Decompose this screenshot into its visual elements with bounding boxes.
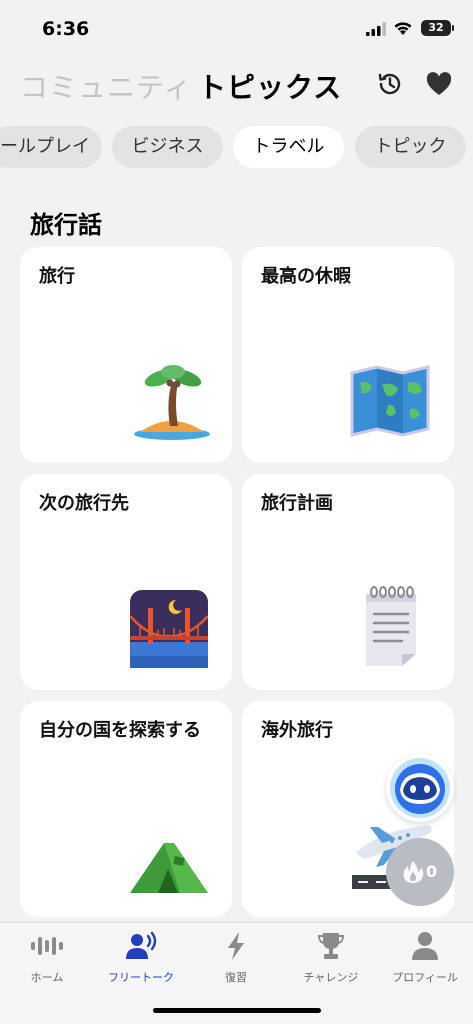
- lightning-icon: [228, 932, 244, 960]
- tab-home[interactable]: ホーム: [0, 931, 94, 991]
- category-chips: ールプレイ ビジネス トラベル トピック: [0, 126, 473, 168]
- tab-topics[interactable]: トピックス: [198, 66, 342, 106]
- signal-icon: [366, 22, 386, 36]
- ai-assistant-button[interactable]: [386, 754, 454, 822]
- notepad-icon: [366, 586, 416, 666]
- card-title: 旅行計画: [261, 493, 333, 514]
- heart-icon[interactable]: [426, 72, 452, 96]
- status-time: 6:36: [42, 18, 90, 40]
- battery-indicator: 32: [421, 20, 454, 36]
- history-icon[interactable]: [376, 70, 404, 98]
- chip-roleplay[interactable]: ールプレイ: [0, 126, 102, 168]
- card-title: 海外旅行: [261, 720, 333, 741]
- tab-label: ホーム: [30, 971, 64, 984]
- waveform-icon: [31, 937, 63, 955]
- wifi-icon: [394, 22, 412, 35]
- chip-business[interactable]: ビジネス: [112, 126, 223, 168]
- tab-label: 復習: [225, 971, 247, 984]
- streak-button[interactable]: 0: [386, 838, 454, 906]
- flame-icon: [403, 861, 424, 883]
- card-title: 旅行: [39, 266, 75, 287]
- world-map-icon: [350, 365, 430, 437]
- tab-label: プロフィール: [392, 971, 458, 984]
- trophy-icon: [318, 933, 344, 959]
- chip-topic[interactable]: トピック: [355, 126, 466, 168]
- camping-tent-icon: [130, 833, 208, 893]
- bridge-night-icon: [130, 590, 208, 668]
- status-bar: 6:36 32: [0, 0, 473, 54]
- section-title: 旅行話: [30, 211, 102, 239]
- tab-challenge[interactable]: チャレンジ: [284, 931, 378, 991]
- tab-profile[interactable]: プロフィール: [378, 931, 472, 991]
- topic-card-travel[interactable]: 旅行: [20, 247, 232, 463]
- home-indicator: [153, 1008, 321, 1013]
- card-title: 次の旅行先: [39, 493, 129, 514]
- tab-community[interactable]: コミュニティ: [20, 66, 192, 106]
- topic-card-travel-plan[interactable]: 旅行計画: [242, 474, 454, 690]
- tab-label: チャレンジ: [303, 971, 359, 984]
- palm-island-icon: [134, 365, 210, 440]
- topic-card-next-destination[interactable]: 次の旅行先: [20, 474, 232, 690]
- topic-card-explore-country[interactable]: 自分の国を探索する: [20, 701, 232, 917]
- tab-label: フリートーク: [108, 971, 174, 984]
- robot-face-icon: [390, 758, 450, 818]
- card-title: 自分の国を探索する: [39, 720, 201, 741]
- person-icon: [412, 932, 438, 960]
- streak-count: 0: [426, 862, 438, 881]
- speaking-person-icon: [126, 931, 157, 959]
- topic-card-best-vacation[interactable]: 最高の休暇: [242, 247, 454, 463]
- header: コミュニティ トピックス: [0, 62, 473, 106]
- chip-travel[interactable]: トラベル: [233, 126, 344, 168]
- tab-free-talk[interactable]: フリートーク: [94, 931, 188, 991]
- tab-review[interactable]: 復習: [189, 931, 283, 991]
- card-title: 最高の休暇: [261, 266, 351, 287]
